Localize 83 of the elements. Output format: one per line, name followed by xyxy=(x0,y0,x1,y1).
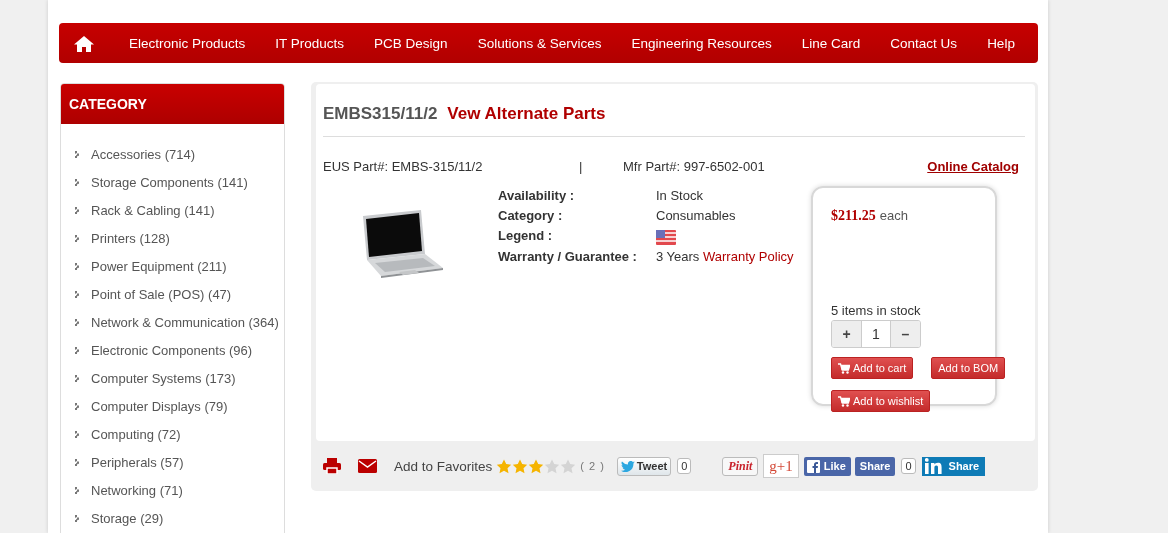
category-link[interactable]: Storage Components (141) xyxy=(91,174,248,190)
bullet-icon xyxy=(75,178,80,186)
home-icon xyxy=(74,34,94,52)
warranty-policy-link[interactable]: Warranty Policy xyxy=(703,249,794,264)
decrement-button[interactable]: – xyxy=(891,321,920,347)
category-link[interactable]: Computer Displays (79) xyxy=(91,398,228,414)
bullet-icon xyxy=(75,150,80,158)
nav-link[interactable]: Electronic Products xyxy=(114,35,261,51)
category-link[interactable]: Computing (72) xyxy=(91,426,181,442)
nav-link[interactable]: Contact Us xyxy=(875,35,973,51)
nav-link[interactable]: Solutions & Services xyxy=(462,35,617,51)
tweet-button[interactable]: Tweet xyxy=(616,456,672,476)
star-icon xyxy=(528,458,545,474)
flag-icon xyxy=(656,230,676,245)
linkedin-icon xyxy=(924,458,943,474)
alternate-parts-link[interactable]: Vew Alternate Parts xyxy=(447,104,606,124)
nav-link[interactable]: PCB Design xyxy=(359,35,463,51)
bullet-icon xyxy=(75,346,80,354)
share-count: 0 xyxy=(901,458,916,474)
action-button[interactable]: Add to BOM xyxy=(931,357,1006,379)
bullet-icon xyxy=(75,290,80,298)
rating-count: ( 2 ) xyxy=(580,460,605,472)
action-button[interactable]: Add to wishlist xyxy=(831,390,931,412)
nav-link[interactable]: IT Products xyxy=(260,35,360,51)
category-link[interactable]: Network & Communication (364) xyxy=(91,314,279,330)
spec-label: Availability : xyxy=(498,188,576,204)
spec-label: Legend : xyxy=(498,228,554,245)
category-link[interactable]: Computer Systems (173) xyxy=(91,370,236,386)
spec-label: Warranty / Guarantee : xyxy=(498,249,638,266)
part-number-title: EMBS315/11/2 xyxy=(323,104,438,124)
eus-part-number: EUS Part#: EMBS-315/11/2 xyxy=(323,159,484,174)
category-link[interactable]: Printers (128) xyxy=(91,230,170,246)
printer-icon xyxy=(323,458,341,474)
star-icon xyxy=(512,458,529,474)
bird-icon xyxy=(620,460,635,472)
warranty-text: 3 Years Warranty Policy xyxy=(656,248,795,266)
price: $211.25 xyxy=(831,208,876,223)
bullet-icon xyxy=(75,486,80,494)
nav-link[interactable]: Engineering Resources xyxy=(616,35,787,51)
nav-link[interactable]: Line Card xyxy=(786,35,876,51)
star-icon xyxy=(544,458,561,474)
separator: | xyxy=(579,159,584,174)
linkedin-share-button[interactable]: Share xyxy=(921,456,986,476)
bullet-icon xyxy=(75,206,80,214)
bullet-icon xyxy=(75,262,80,270)
bullet-icon xyxy=(75,374,80,382)
bullet-icon xyxy=(75,458,80,466)
spec-label: Category : xyxy=(498,208,564,224)
add-to-favorites-link[interactable]: Add to Favorites xyxy=(394,458,493,474)
category-link[interactable]: Electronic Components (96) xyxy=(91,342,253,358)
category-link[interactable]: Point of Sale (POS) (47) xyxy=(91,286,232,302)
pin-it-button[interactable]: Pinit xyxy=(722,456,759,476)
bullet-icon xyxy=(75,402,80,410)
spec-value: Consumables xyxy=(656,208,736,223)
envelope-icon xyxy=(358,459,377,473)
category-link[interactable]: Peripherals (57) xyxy=(91,454,184,470)
cart-icon xyxy=(838,395,850,407)
star-icon xyxy=(560,458,577,474)
stock-count: 5 items in stock xyxy=(831,303,922,318)
category-link[interactable]: Networking (71) xyxy=(91,482,183,498)
action-button[interactable]: Add to cart xyxy=(831,357,914,379)
facebook-icon xyxy=(806,459,820,473)
price-unit: each xyxy=(879,208,908,223)
bullet-icon xyxy=(75,234,80,242)
online-catalog-link[interactable]: Online Catalog xyxy=(927,159,1019,174)
category-link[interactable]: Power Equipment (211) xyxy=(91,258,227,274)
nav-link[interactable]: Help xyxy=(972,35,1030,51)
spec-value: In Stock xyxy=(656,188,703,203)
category-link[interactable]: Accessories (714) xyxy=(91,146,196,162)
google-plus-button[interactable]: g+1 xyxy=(763,454,799,478)
category-link[interactable]: Storage (29) xyxy=(91,510,164,526)
mfr-part-number: Mfr Part#: 997-6502-001 xyxy=(623,159,766,174)
star-icon xyxy=(496,458,513,474)
share-button[interactable]: Share xyxy=(854,456,896,476)
bullet-icon xyxy=(75,318,80,326)
bullet-icon xyxy=(75,430,80,438)
sidebar-title: CATEGORY xyxy=(61,84,284,124)
category-link[interactable]: Rack & Cabling (141) xyxy=(91,202,215,218)
increment-button[interactable]: + xyxy=(832,321,861,347)
like-button[interactable]: Like xyxy=(803,456,851,476)
tweet-count: 0 xyxy=(677,458,692,474)
bullet-icon xyxy=(75,514,80,522)
cart-icon xyxy=(838,362,850,374)
